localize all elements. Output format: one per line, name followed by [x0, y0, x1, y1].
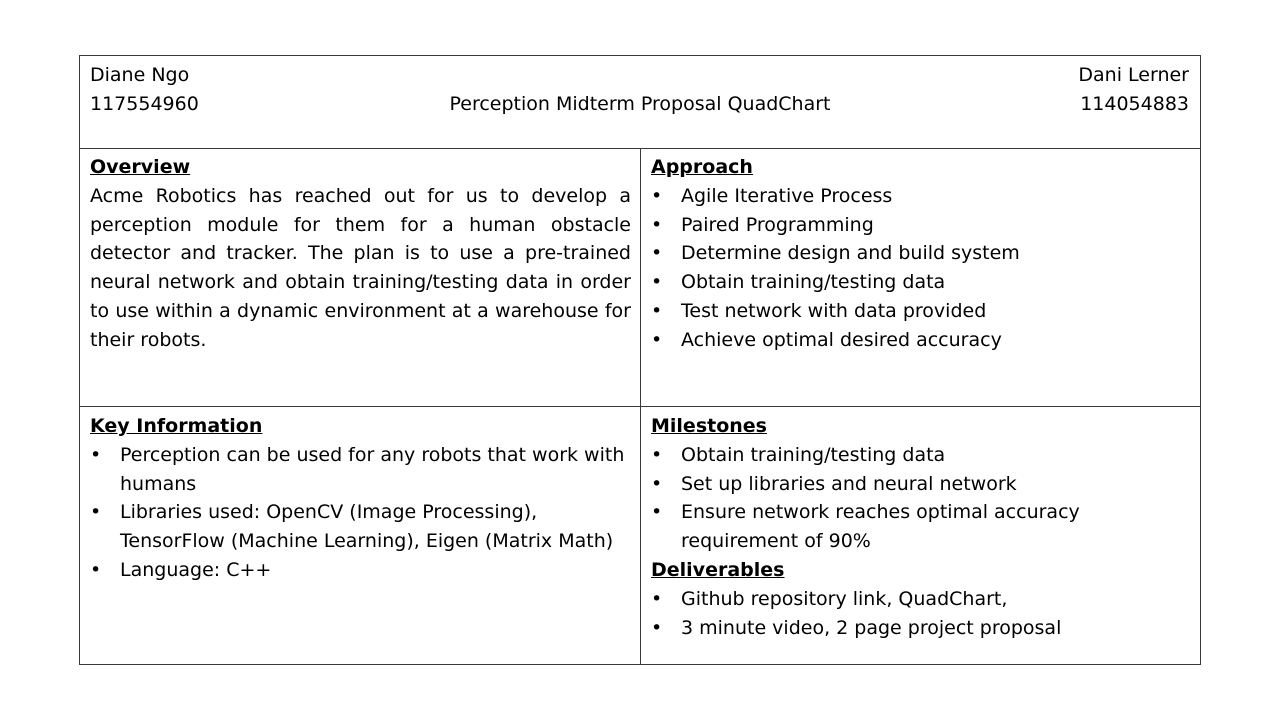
author-right-id: 114054883 — [1080, 92, 1189, 115]
list-item: • Ensure network reaches optimal accuracy… — [651, 498, 1191, 556]
deliverables-title: Deliverables — [651, 558, 785, 581]
bullet-icon: • — [651, 616, 663, 639]
list-item: • Determine design and build system — [651, 239, 1191, 268]
list-item: • Github repository link, QuadChart, — [651, 585, 1191, 614]
list-item-text: 3 minute video, 2 page project proposal — [681, 616, 1062, 639]
list-item: • Set up libraries and neural network — [651, 470, 1191, 499]
list-item: • Test network with data provided — [651, 297, 1191, 326]
list-item-text: Obtain training/testing data — [681, 271, 946, 294]
bullet-icon: • — [651, 587, 663, 610]
list-item-text: Language: C++ — [120, 558, 272, 581]
bullet-icon: • — [651, 299, 663, 322]
list-item-text: Ensure network reaches optimal accuracy … — [681, 501, 1080, 553]
bullet-icon: • — [90, 501, 102, 524]
list-item-text: Achieve optimal desired accuracy — [681, 328, 1002, 351]
list-item: • Achieve optimal desired accuracy — [651, 326, 1191, 355]
list-item-text: Perception can be used for any robots th… — [120, 443, 625, 495]
approach-list: • Agile Iterative Process • Paired Program… — [651, 182, 1191, 355]
list-item: • Language: C++ — [90, 556, 631, 585]
bullet-icon: • — [651, 242, 663, 265]
header-section: Diane Ngo 117554960 Perception Midterm P… — [80, 56, 1200, 149]
bullet-icon: • — [90, 443, 102, 466]
milestones-section: Milestones • Obtain training/testing data… — [641, 407, 1200, 665]
list-item-text: Set up libraries and neural network — [681, 472, 1017, 495]
page-title: Perception Midterm Proposal QuadChart — [449, 93, 831, 115]
list-item: • Perception can be used for any robots t… — [90, 441, 631, 499]
bullet-icon: • — [651, 184, 663, 207]
quad-row-top: Overview Acme Robotics has reached out f… — [80, 148, 1200, 407]
list-item: • Obtain training/testing data — [651, 441, 1191, 470]
author-right-name: Dani Lerner — [1078, 64, 1189, 86]
bullet-icon: • — [651, 443, 663, 466]
author-right: Dani Lerner 114054883 — [1078, 61, 1189, 119]
list-item: • Obtain training/testing data — [651, 268, 1191, 297]
overview-title: Overview — [90, 156, 191, 178]
bullet-icon: • — [651, 472, 663, 495]
key-information-list: • Perception can be used for any robots t… — [90, 441, 631, 585]
milestones-list: • Obtain training/testing data • Set up li… — [651, 441, 1191, 556]
list-item-text: Libraries used: OpenCV (Image Processing… — [120, 501, 614, 553]
quad-chart: Diane Ngo 117554960 Perception Midterm P… — [79, 55, 1201, 665]
bullet-icon: • — [651, 328, 663, 351]
bullet-icon: • — [651, 501, 663, 524]
milestones-title: Milestones — [651, 415, 767, 437]
list-item: • Paired Programming — [651, 211, 1191, 240]
list-item-text: Determine design and build system — [681, 242, 1020, 265]
deliverables-list: • Github repository link, QuadChart, • 3 m… — [651, 585, 1191, 643]
list-item: • Agile Iterative Process — [651, 182, 1191, 211]
bullet-icon: • — [90, 558, 102, 581]
list-item-text: Obtain training/testing data — [681, 443, 946, 466]
list-item-text: Github repository link, QuadChart, — [681, 587, 1008, 610]
list-item: • 3 minute video, 2 page project proposal — [651, 614, 1191, 643]
key-information-title: Key Information — [90, 415, 263, 437]
list-item-text: Paired Programming — [681, 213, 874, 236]
overview-text: Acme Robotics has reached out for us to … — [90, 184, 631, 351]
quad-row-bottom: Key Information • Perception can be used … — [80, 407, 1200, 665]
bullet-icon: • — [651, 213, 663, 236]
list-item: • Libraries used: OpenCV (Image Processin… — [90, 498, 631, 556]
bullet-icon: • — [651, 271, 663, 294]
list-item-text: Test network with data provided — [681, 299, 987, 322]
author-left-name: Diane Ngo — [90, 64, 190, 86]
approach-title: Approach — [651, 156, 753, 178]
overview-section: Overview Acme Robotics has reached out f… — [80, 148, 641, 406]
key-information-section: Key Information • Perception can be used … — [80, 407, 641, 665]
approach-section: Approach • Agile Iterative Process • Paire… — [641, 148, 1200, 406]
list-item-text: Agile Iterative Process — [681, 184, 893, 207]
